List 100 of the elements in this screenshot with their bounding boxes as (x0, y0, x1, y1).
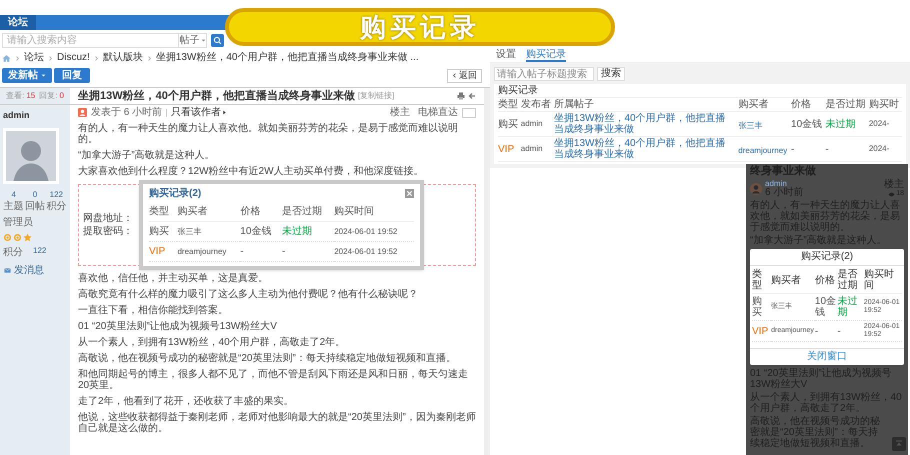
popup-title: 购买记录(2) (149, 188, 202, 199)
search-button[interactable] (211, 34, 224, 47)
home-icon[interactable] (2, 54, 11, 62)
reply-button[interactable]: 回复 (54, 68, 90, 83)
breadcrumb-link[interactable]: 坐拥13W粉丝，40个用户群，他把直播当成终身事业来做 ... (156, 52, 419, 64)
search-button[interactable]: 搜索 (597, 67, 625, 81)
attachment-label: 提取密码： (83, 226, 133, 237)
user-group: 管理员 (3, 214, 67, 230)
column-header: 购买时 (868, 98, 902, 112)
chevron-icon (146, 56, 152, 60)
breadcrumb-link[interactable]: 论坛 (24, 52, 44, 64)
chevron-icon (94, 56, 99, 60)
post-link[interactable]: 坐拥13W粉丝，40个用户群，他把直播当成终身事业来做 (554, 138, 730, 160)
paragraph: 有的人，有一种天生的魔力让人喜欢他。就如美丽芬芳的花朵，是易于感觉而难以说明的。 (78, 123, 459, 145)
buyer-link[interactable]: 张三丰 (738, 121, 762, 130)
card-title: 购买记录 (498, 84, 902, 98)
table-cell: dreamjourney (177, 242, 240, 262)
caret-icon (222, 110, 228, 115)
paragraph: 走了2年，他看到了花开，还收获了丰盛的果实。 (78, 396, 295, 407)
eye-icon (888, 192, 896, 196)
views-count: 15 (26, 90, 36, 102)
table-cell: 购买 (498, 112, 521, 136)
table-cell: 2024-06-01 19:52 (334, 222, 414, 242)
search-field[interactable]: 请输入帖子标题搜索 (494, 67, 594, 81)
table-cell: VIP (149, 242, 178, 262)
paragraph: “加拿大游子”高敬就是这种人。 (78, 150, 216, 161)
table-cell: 2024-06-01 19:52 (334, 242, 414, 262)
breadcrumb-link[interactable]: Discuz! (57, 52, 90, 64)
arrow-up-icon (895, 440, 903, 448)
modal-title: 购买记录(2) (750, 249, 904, 266)
banner-title: 购买记录 (360, 10, 480, 44)
table-cell: 张三丰 (177, 222, 240, 242)
table-cell: 未过期 (825, 112, 869, 136)
attachment-label: 网盘地址： (83, 213, 133, 224)
post-time: 发表于 6 小时前 (91, 106, 162, 120)
table-cell: admin (520, 136, 554, 162)
send-message-link[interactable]: 发消息 (3, 262, 67, 278)
buyer-link[interactable]: dreamjourney (738, 146, 788, 155)
star-icon (23, 232, 32, 242)
tab[interactable]: 设置 (496, 48, 516, 62)
avatar[interactable] (3, 128, 59, 184)
table-cell: 10金钱 (240, 222, 282, 242)
author-icon (78, 108, 87, 117)
table-cell: - (825, 136, 869, 162)
column-header: 是否过期 (282, 202, 334, 222)
paragraph: 喜欢他，信任他，并主动买单，这是真爱。 (78, 273, 269, 284)
table-cell: VIP (498, 136, 521, 162)
table-cell: VIP (752, 320, 772, 342)
paragraph: 高敬说，他在视频号成功的秘密就是“20英里法则”：每天持续稳定地做短视频和直播。 (78, 353, 457, 364)
chevron-icon (15, 56, 20, 60)
column-header: 价格 (791, 98, 826, 112)
table-cell: 未过期 (837, 294, 864, 320)
chevron-icon (48, 56, 53, 60)
count-value: 4 (11, 188, 16, 200)
paragraph: 他说，这些收获都得益于秦刚老师，老师对他影响最大的就是“20英里法则”，因为秦刚老师自己就是这么做的。 (78, 412, 476, 434)
paragraph: 01 “20英里法则”让他成为视频号13W粉丝大V (78, 321, 278, 332)
column-header: 是否过期 (825, 98, 869, 112)
count-label: 回帖 (24, 200, 45, 212)
envelope-icon (3, 266, 12, 274)
close-icon[interactable] (405, 189, 414, 198)
author-only-link[interactable]: 只看该作者 (171, 105, 228, 120)
author-name[interactable]: admin (3, 109, 67, 122)
column-header: 类型 (149, 202, 178, 222)
views-label: 查看: (6, 90, 24, 102)
nav-tab[interactable]: 论坛 (0, 15, 36, 30)
search-field[interactable]: 请输入搜索内容 (2, 33, 179, 48)
table-cell: 2024- (868, 112, 902, 136)
replies-count: 0 (59, 90, 64, 102)
column-header: 购买者 (771, 267, 815, 294)
table-cell: - (791, 136, 826, 162)
count-label: 主题 (4, 200, 24, 212)
printer-icon[interactable] (457, 92, 465, 100)
paragraph: 和他同期起号的博主，很多人都不见了，而他不管是刮风下雨还是风和日丽，每天匀速走20英里。 (78, 369, 469, 391)
table-cell: 10金钱 (791, 112, 826, 136)
floor-input[interactable] (462, 108, 476, 118)
paragraph: 大家喜欢他到什么程度？12W粉丝中有近2W人主动买单付费，和他深度链接。 (78, 166, 425, 177)
post-link[interactable]: 坐拥13W粉丝，40个用户群，他把直播当成终身事业来做 (554, 113, 730, 135)
scroll-top-button[interactable] (892, 437, 906, 451)
replies-label: 回复: (39, 90, 58, 102)
breadcrumb-link[interactable]: 默认版块 (102, 52, 143, 64)
close-window-button[interactable]: 关闭窗口 (750, 348, 904, 365)
caret-icon (41, 73, 46, 78)
arrow-icon[interactable] (468, 92, 476, 100)
floor-label: 楼主 (390, 106, 410, 120)
scope-dropdown[interactable]: 帖子 (179, 33, 207, 48)
table-cell: - (240, 242, 282, 262)
count-label: 积分 (46, 200, 66, 212)
table-cell: - (814, 320, 838, 342)
table-cell: admin (520, 112, 554, 136)
column-header: 所属帖子 (554, 98, 738, 112)
copy-link[interactable]: [复制链接] (358, 90, 394, 102)
table-cell: 2024- (868, 136, 902, 162)
paragraph: 从一个素人，到拥有13W粉丝，40个用户群，高敬走了2年。 (78, 337, 346, 348)
author-name[interactable]: admin (765, 180, 804, 188)
table-cell: 购买 (149, 222, 178, 242)
table-cell: - (282, 242, 334, 262)
table-cell: 未过期 (282, 222, 334, 242)
back-button[interactable]: 返回 (447, 68, 482, 82)
count-value: 122 (50, 188, 63, 200)
new-post-button[interactable]: 发新帖 (2, 68, 52, 83)
